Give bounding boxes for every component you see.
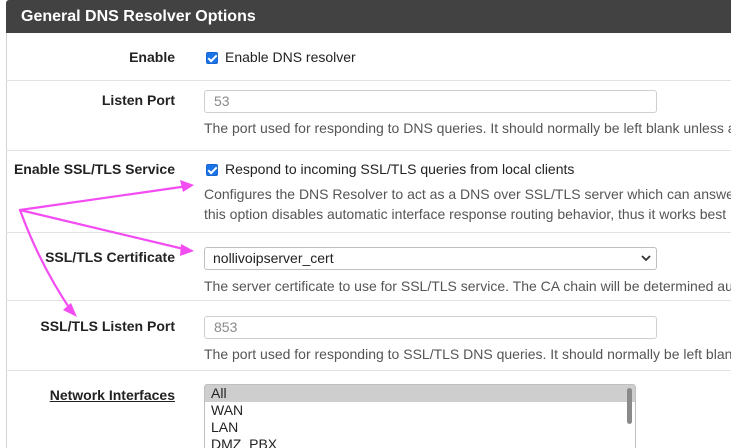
ssl-service-help-line1: Configures the DNS Resolver to act as a …: [204, 186, 731, 202]
ssl-cert-help: The server certificate to use for SSL/TL…: [204, 278, 731, 294]
row-divider: [6, 80, 731, 81]
listbox-scrollbar[interactable]: [627, 388, 632, 424]
enable-label: Enable: [129, 49, 175, 65]
ssl-cert-label: SSL/TLS Certificate: [45, 249, 175, 265]
listen-port-label: Listen Port: [101, 92, 175, 108]
listen-port-input[interactable]: 53: [204, 90, 657, 113]
row-divider: [6, 150, 731, 151]
interface-option-all[interactable]: All: [205, 385, 635, 402]
enable-dns-resolver-checkbox[interactable]: [206, 52, 218, 64]
network-interfaces-listbox[interactable]: All WAN LAN DMZ_PBX: [204, 384, 636, 448]
ssl-service-label: Enable SSL/TLS Service: [13, 161, 175, 177]
panel-title: General DNS Resolver Options: [6, 0, 731, 33]
dns-resolver-panel: General DNS Resolver Options Enable Enab…: [0, 0, 731, 448]
ssl-cert-select[interactable]: nollivoipserver_cert: [204, 247, 657, 270]
row-divider: [6, 232, 731, 233]
ssl-listen-port-label: SSL/TLS Listen Port: [40, 318, 175, 334]
ssl-service-checkbox[interactable]: [206, 164, 218, 176]
ssl-listen-port-input[interactable]: 853: [204, 316, 657, 339]
interface-option-dmz-pbx[interactable]: DMZ_PBX: [205, 436, 635, 448]
ssl-cert-selected-value: nollivoipserver_cert: [213, 250, 334, 266]
listen-port-help: The port used for responding to DNS quer…: [204, 120, 731, 136]
row-divider: [6, 300, 731, 301]
interface-option-wan[interactable]: WAN: [205, 402, 635, 419]
chevron-down-icon: [641, 255, 651, 262]
network-interfaces-label[interactable]: Network Interfaces: [50, 387, 175, 403]
ssl-service-help-line2: this option disables automatic interface…: [204, 206, 727, 222]
row-divider: [6, 370, 731, 371]
enable-dns-resolver-label[interactable]: Enable DNS resolver: [225, 49, 356, 65]
ssl-service-checkbox-label[interactable]: Respond to incoming SSL/TLS queries from…: [225, 161, 574, 177]
ssl-listen-port-help: The port used for responding to SSL/TLS …: [204, 346, 731, 362]
interface-option-lan[interactable]: LAN: [205, 419, 635, 436]
